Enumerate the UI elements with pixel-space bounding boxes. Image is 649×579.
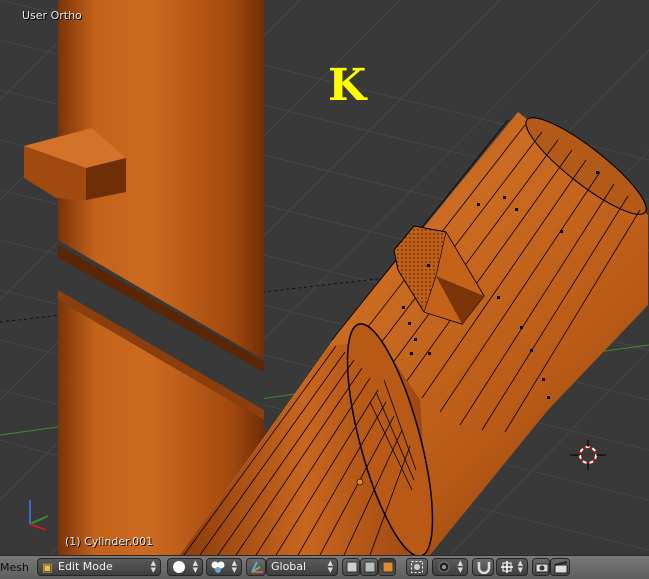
3d-cursor-icon	[570, 440, 606, 470]
3d-viewport[interactable]: K User Ortho (1) Cylinder.001	[0, 0, 649, 555]
viewport-shading-dropdown[interactable]: ▲ ▼	[167, 558, 203, 576]
scene-canvas[interactable]	[0, 0, 649, 555]
transform-orientation-value: Global	[271, 560, 307, 573]
wooden-post	[0, 0, 264, 555]
magnet-icon	[477, 562, 491, 574]
vertex-select-icon	[346, 561, 358, 573]
proportional-edit-dropdown[interactable]: ▲ ▼	[432, 558, 468, 576]
dropdown-arrows-icon: ▲ ▼	[192, 559, 198, 574]
face-select-button[interactable]	[378, 558, 396, 576]
dropdown-arrows-icon: ▲ ▼	[231, 559, 237, 574]
object-label: (1) Cylinder.001	[65, 535, 154, 548]
limit-selection-button[interactable]	[406, 558, 428, 576]
editor-type-label: Mesh	[0, 561, 29, 574]
render-animation-button[interactable]	[550, 558, 570, 576]
vertex-select-button[interactable]	[342, 558, 360, 576]
dropdown-arrows-icon: ▲ ▼	[150, 559, 156, 574]
manipulator-icon	[251, 561, 263, 573]
snap-element-icon	[501, 561, 513, 573]
camera-icon	[535, 563, 549, 573]
edge-select-button[interactable]	[360, 558, 378, 576]
view-label: User Ortho	[22, 9, 82, 22]
view3d-header: Mesh ▣ Edit Mode ▲▼ ▲▼ ▲▼ Global ▲▼	[0, 555, 649, 579]
dropdown-arrows-icon: ▲ ▼	[457, 559, 463, 574]
proportional-edit-icon	[438, 561, 450, 573]
mode-value: Edit Mode	[58, 560, 113, 573]
keyframe-indicator: K	[328, 60, 367, 111]
solid-sphere-icon	[173, 561, 185, 573]
dropdown-arrows-icon: ▲ ▼	[327, 559, 333, 574]
edge-select-icon	[364, 561, 376, 573]
dropdown-arrows-icon: ▲ ▼	[517, 559, 523, 574]
pivot-point-icon	[211, 561, 225, 573]
snap-element-dropdown[interactable]: ▲ ▼	[496, 558, 528, 576]
snap-toggle-button[interactable]	[472, 558, 494, 576]
pivot-point-dropdown[interactable]: ▲ ▼	[206, 558, 242, 576]
axis-gizmo-icon	[29, 500, 49, 531]
clapper-icon	[554, 561, 568, 574]
limit-selection-icon	[411, 561, 423, 573]
render-button[interactable]	[532, 558, 550, 576]
edit-mode-icon: ▣	[42, 561, 53, 574]
mode-dropdown[interactable]: ▣ Edit Mode ▲ ▼	[37, 558, 161, 576]
manipulator-toggle[interactable]	[246, 558, 266, 576]
face-select-icon	[382, 561, 394, 573]
transform-orientation-dropdown[interactable]: Global ▲ ▼	[266, 558, 338, 576]
